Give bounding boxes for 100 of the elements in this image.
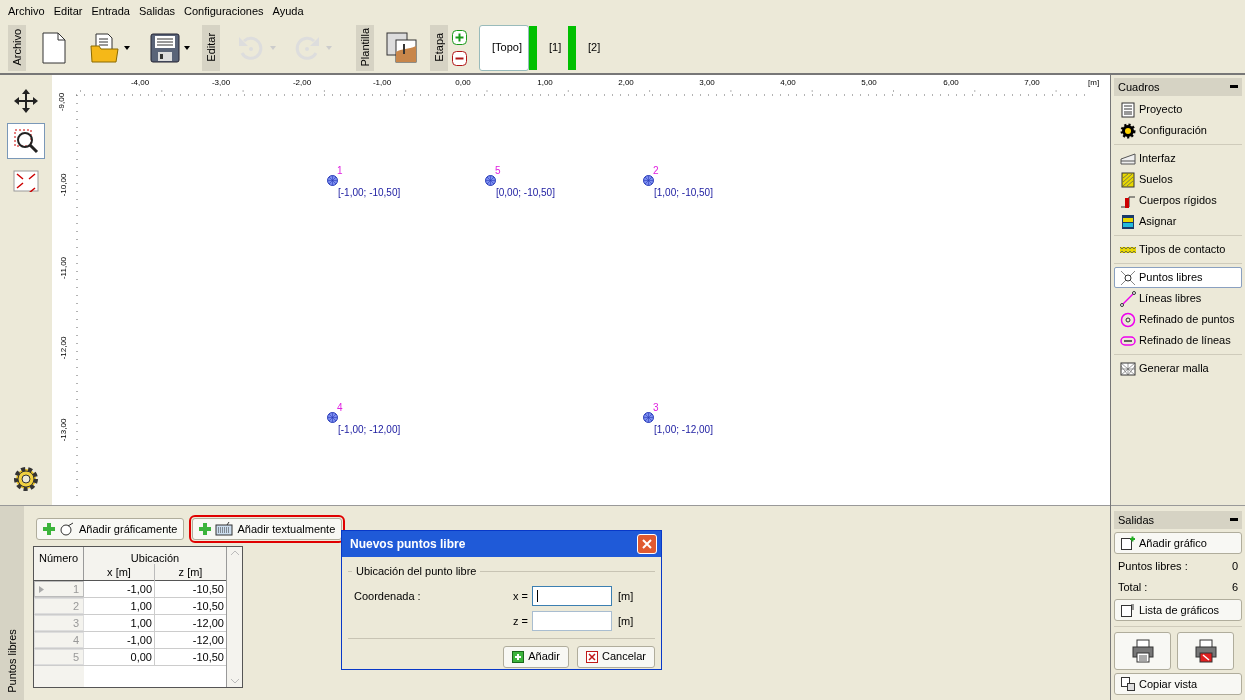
menu-item[interactable]: Ayuda (272, 2, 304, 20)
point-coordinates: [1,00; -12,00] (654, 423, 713, 437)
coordinate-input[interactable] (532, 611, 612, 631)
printer-icon (1194, 639, 1217, 663)
stage-tab[interactable]: [Topo] (479, 24, 529, 71)
panel-item[interactable]: Refinado de líneas (1114, 330, 1242, 351)
table-cell: -1,00 (84, 632, 155, 648)
panel-item[interactable]: Refinado de puntos (1114, 309, 1242, 330)
dropdown-caret-icon[interactable] (124, 45, 130, 50)
side-tab[interactable]: Puntos libres (0, 506, 24, 700)
ruler-label: 1,00 (537, 77, 553, 89)
point-coordinates: [1,00; -10,50] (654, 186, 713, 200)
plus-icon (43, 523, 55, 535)
add-picture-icon (1121, 536, 1135, 550)
toolbar-group-label: Etapa (430, 24, 448, 71)
point-number: 4 (337, 401, 343, 415)
ruler-label: -3,00 (211, 77, 231, 89)
ruler-label: -13,00 (58, 418, 70, 442)
table-cell: -1,00 (84, 581, 155, 597)
add-button[interactable]: Añadir (503, 645, 569, 668)
chart-list-button[interactable]: Lista de gráficos (1114, 599, 1242, 621)
toolbar-group-label: Editar (202, 24, 220, 71)
remove-stage-icon[interactable] (452, 50, 467, 66)
point-marker-icon (327, 175, 338, 186)
ruler-unit: [m] (1088, 77, 1100, 89)
panel-item[interactable]: Cuerpos rígidos (1114, 190, 1242, 211)
menu-item[interactable]: Configuraciones (184, 2, 264, 20)
row-number: 5 (72, 649, 79, 665)
point-marker-icon (643, 175, 654, 186)
layer-icon (1120, 150, 1136, 167)
soil-icon (1120, 171, 1136, 188)
copy-view-button[interactable]: Copiar vista (1114, 673, 1242, 695)
table-cell: 1,00 (84, 598, 155, 614)
minimize-icon[interactable] (1230, 518, 1238, 522)
close-icon (585, 650, 598, 663)
current-row-icon (39, 585, 44, 593)
point-marker-icon (485, 175, 496, 186)
stage-tab[interactable]: [2] (576, 24, 607, 71)
stage-bar (529, 25, 537, 70)
mouse-icon (59, 522, 75, 536)
add-stage-icon[interactable] (452, 29, 467, 45)
ruler-label: -2,00 (292, 77, 312, 89)
ruler-label: -10,00 (58, 173, 70, 197)
point-number: 1 (337, 164, 343, 178)
panel-item[interactable]: Tipos de contacto (1114, 239, 1242, 260)
close-icon (642, 539, 652, 549)
gear-icon (1120, 122, 1136, 139)
panel-item[interactable]: Generar malla (1114, 358, 1242, 379)
open-folder-icon[interactable] (90, 31, 120, 64)
toolbar-group-label: Plantilla (356, 24, 374, 71)
panel-item[interactable]: Líneas libres (1114, 288, 1242, 309)
add-button[interactable]: Añadir textualmente (192, 518, 343, 540)
ruler-label: -1,00 (372, 77, 392, 89)
dropdown-caret-icon (326, 45, 332, 50)
unit-label: [m] (618, 613, 634, 629)
add-chart-button[interactable]: Añadir gráfico (1114, 532, 1242, 554)
ring-icon (1120, 311, 1136, 328)
zoom-window-icon (13, 128, 39, 154)
move-arrows-icon (13, 88, 39, 114)
panel-item[interactable]: Configuración (1114, 120, 1242, 141)
point-coordinates: [0,00; -10,50] (496, 186, 555, 200)
new-document-icon[interactable] (42, 31, 66, 64)
dropdown-caret-icon[interactable] (184, 45, 190, 50)
canvas-tool-button[interactable] (7, 123, 45, 159)
row-number: 2 (72, 598, 79, 614)
coordinate-input[interactable] (532, 586, 612, 606)
panel-item[interactable]: Asignar (1114, 211, 1242, 232)
ruler-label: -12,00 (58, 336, 70, 360)
copy-icon (1121, 677, 1135, 691)
column-header: Número (34, 547, 84, 580)
field-label: z = (512, 613, 528, 629)
panel-item[interactable]: Interfaz (1114, 148, 1242, 169)
add-button[interactable]: Añadir gráficamente (36, 518, 185, 540)
table-cell: 0,00 (84, 649, 155, 665)
menu-item[interactable]: Editar (53, 2, 83, 20)
stat-value: 6 (1231, 579, 1238, 595)
menu-item[interactable]: Salidas (138, 2, 176, 20)
printer-icon (1131, 639, 1154, 663)
empty-row-header (34, 666, 84, 687)
ruler-label: 5,00 (861, 77, 877, 89)
document-icon (1120, 101, 1136, 118)
picture-list-icon (1121, 603, 1135, 617)
panel-item[interactable]: Suelos (1114, 169, 1242, 190)
print-preview-button[interactable] (1177, 632, 1234, 670)
column-header: z [m] (177, 565, 204, 580)
settings-icon (12, 465, 40, 493)
panel-item[interactable]: Proyecto (1114, 99, 1242, 120)
print-button[interactable] (1114, 632, 1171, 670)
cancel-button[interactable]: Cancelar (576, 645, 655, 668)
unit-label: [m] (618, 588, 634, 604)
menu-item[interactable]: Entrada (91, 2, 130, 20)
template-pages-icon[interactable] (386, 31, 418, 64)
panel-item[interactable]: Puntos libres (1114, 267, 1242, 288)
stage-tab[interactable]: [1] (537, 24, 568, 71)
close-button[interactable] (637, 534, 657, 554)
table-cell-text: -12,00 (191, 633, 225, 648)
field-label: x = (512, 588, 528, 604)
menu-item[interactable]: Archivo (8, 2, 45, 20)
minimize-icon[interactable] (1230, 85, 1238, 89)
ruler-label: 3,00 (699, 77, 715, 89)
